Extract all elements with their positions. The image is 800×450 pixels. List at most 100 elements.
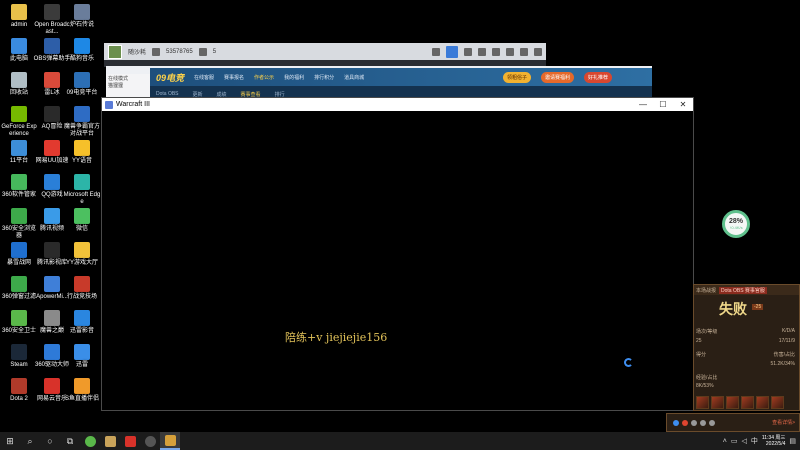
task-view-icon[interactable]: ⧉ [60, 432, 80, 450]
desktop-icon-label: 09电竞平台 [66, 90, 98, 96]
warcraft-window[interactable]: Warcraft III — ☐ ✕ 陪练+v jiejiejie156 [101, 97, 694, 411]
cortana-icon[interactable]: ○ [40, 432, 60, 450]
match-result-panel: 本场战报 Dota OBS 赛事官服 失败 -25 场次/等级 K/D/A 25 1… [693, 284, 800, 411]
row-left: 8K/53% [696, 383, 714, 389]
invite-button[interactable]: 邀请赛福利 [540, 71, 574, 83]
grey-dot-icon[interactable] [709, 419, 715, 426]
taskbar-app-obs-icon[interactable] [140, 432, 160, 450]
taskbar-app-game-icon[interactable] [100, 432, 120, 450]
search-icon[interactable]: ⌕ [20, 432, 40, 450]
desktop-icon-label: 行战竞技场 [66, 294, 97, 300]
desktop-icon-label: 魔兽争霸官方对战平台 [63, 124, 100, 137]
row-left: 场次/等级 [696, 329, 718, 335]
app-icon [11, 378, 27, 394]
grid-icon[interactable] [464, 47, 472, 56]
desktop: admin Open Broadcast... 炉石传说 此电脑 OBS弹幕助手 酷狗音乐… [0, 0, 800, 432]
desktop-icon-label: 酷狗音乐 [69, 56, 94, 62]
warcraft-title: Warcraft III [116, 101, 150, 108]
nav-item[interactable]: 赛事报名 [224, 74, 244, 81]
item-slot [726, 396, 739, 409]
shirt-icon[interactable] [492, 47, 500, 56]
result-header-title: 本场战报 [696, 287, 717, 294]
grey-dot-icon[interactable] [700, 419, 706, 426]
app-icon [44, 174, 60, 190]
platform-user-name: 随沙耗 [128, 50, 147, 56]
clock[interactable]: 11:34 周三 2022/5/4 [762, 435, 786, 447]
view-details-link[interactable]: 查看详情> [772, 419, 795, 426]
app-icon [11, 208, 27, 224]
chevron-up-icon[interactable]: ˄ [723, 438, 727, 445]
nav-item[interactable]: 排行积分 [314, 74, 334, 81]
ime-icon[interactable]: 中 [751, 436, 758, 446]
maximize-icon[interactable] [520, 47, 528, 56]
app-icon [11, 38, 27, 54]
row-right: 51.2K/34% [770, 361, 795, 367]
close-icon[interactable] [534, 47, 542, 56]
platform-user-id: 53578765 [166, 48, 193, 55]
screen-icon[interactable] [432, 47, 440, 56]
side-line[interactable]: 在线模式 [108, 76, 148, 83]
nav-item[interactable]: 道具商城 [344, 74, 364, 81]
taskbar-app-warcraft-icon[interactable] [160, 432, 180, 450]
clock-date: 2022/5/4 [765, 441, 786, 447]
platform2-logo: 09电竞 [156, 72, 185, 83]
score-badge: -25 [752, 304, 764, 310]
item-slot [741, 396, 754, 409]
item-slots [696, 396, 784, 409]
app-icon [11, 4, 27, 20]
platform-count: 5 [212, 48, 217, 55]
taskbar-app-360-icon[interactable] [80, 432, 100, 450]
app-icon [11, 344, 27, 360]
gift-button[interactable]: 好礼推荐 [583, 71, 612, 83]
item-slot [771, 396, 784, 409]
result-row: 25 17/11/9 [696, 338, 799, 344]
app-icon [74, 38, 90, 54]
warcraft-titlebar[interactable]: Warcraft III [102, 98, 693, 111]
desktop-icon-label: S鱼直播伴侣 [64, 396, 99, 402]
row-right: 伤害/占比 [773, 352, 795, 358]
desktop-icon-label: 微信 [75, 226, 88, 232]
desktop-icon-label: YY游戏大厅 [65, 260, 98, 266]
minimize-icon[interactable] [506, 47, 514, 56]
overlay-text: 陪练+v jiejiejie156 [285, 331, 388, 344]
home-icon[interactable] [446, 45, 458, 58]
app-icon [74, 174, 90, 190]
nav-item[interactable]: 作者公示 [254, 74, 274, 81]
item-slot [756, 396, 769, 409]
close-button[interactable]: ✕ [673, 98, 693, 111]
app-icon [44, 344, 60, 360]
blue-dot-icon[interactable] [673, 419, 679, 426]
nav-item[interactable]: 我的福利 [284, 74, 304, 81]
app-icon [11, 242, 27, 258]
app-icon [74, 140, 90, 156]
volume-icon[interactable]: ◁ [741, 437, 746, 445]
app-icon [74, 4, 90, 20]
row-left: 25 [696, 338, 702, 344]
avatar[interactable] [108, 44, 122, 59]
item-slot [711, 396, 724, 409]
result-header-tag: Dota OBS 赛事官服 [719, 286, 767, 294]
maximize-button[interactable]: ☐ [653, 98, 673, 111]
notification-icon[interactable]: ▤ [789, 437, 796, 445]
app-icon [44, 378, 60, 394]
start-icon[interactable]: ⊞ [0, 432, 20, 450]
app-icon [44, 4, 60, 20]
result-row: 经验/占比 [696, 374, 799, 381]
platform-window[interactable]: 随沙耗 53578765 5 [104, 43, 546, 67]
desktop-icon[interactable]: S鱼直播伴侣 [63, 378, 101, 418]
app-icon [74, 344, 90, 360]
app-icon [11, 140, 27, 156]
app-icon [44, 242, 60, 258]
taskbar-app-netease-icon[interactable] [120, 432, 140, 450]
promo-button[interactable]: 领粗俗子 [502, 71, 531, 83]
gamepad-icon[interactable] [478, 47, 486, 56]
minimize-button[interactable]: — [633, 98, 653, 111]
network-icon[interactable]: ▭ [731, 437, 738, 445]
speed-float-ball[interactable]: 28% ↑0.4K/s [722, 210, 750, 238]
nav-item[interactable]: 在线客服 [194, 74, 214, 81]
side-line[interactable]: 猫狸狸 [108, 83, 148, 90]
id-icon [152, 47, 161, 56]
grey-dot-icon[interactable] [691, 419, 697, 426]
result-header: 本场战报 Dota OBS 赛事官服 [694, 285, 799, 295]
red-dot-icon[interactable] [682, 419, 688, 426]
